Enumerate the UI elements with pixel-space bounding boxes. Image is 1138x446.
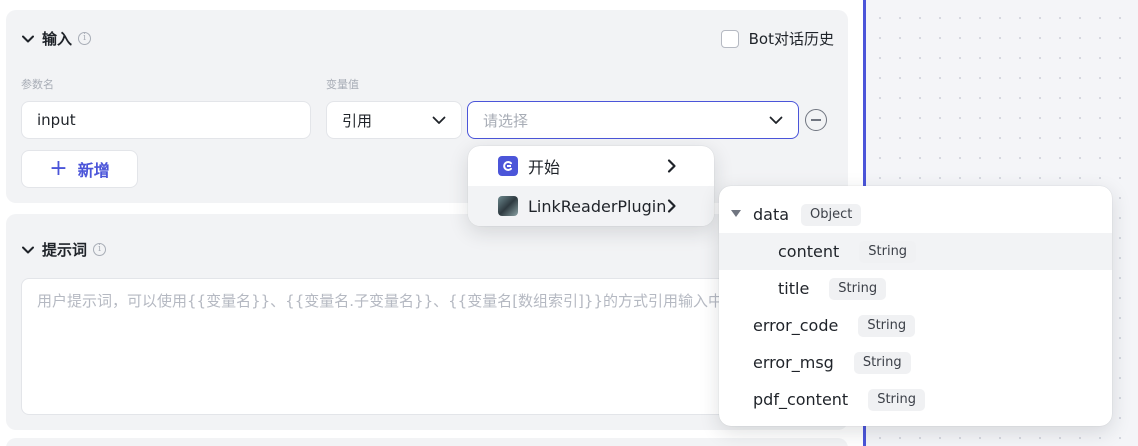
- chevron-right-icon: [664, 158, 680, 174]
- menu-item-label: 开始: [528, 158, 561, 177]
- workflow-editor: 输入 i Bot对话历史 参数名 变量值 input 引用 请选择 + 新增 提…: [0, 0, 1138, 446]
- tree-item-name: error_code: [753, 316, 839, 335]
- variable-select-placeholder: 请选择: [483, 111, 529, 130]
- type-tag: Object: [801, 203, 862, 226]
- node-select-menu: 开始 LinkReaderPlugin: [468, 146, 714, 226]
- chevron-down-icon: [769, 111, 783, 129]
- add-param-button[interactable]: + 新增: [21, 150, 138, 188]
- tree-item-name: content: [778, 242, 840, 261]
- tree-item-title[interactable]: title String: [719, 270, 1112, 307]
- input-section-title: 输入: [42, 30, 73, 48]
- tree-item-name: data: [753, 205, 790, 224]
- next-panel: [6, 438, 848, 446]
- input-section-header[interactable]: 输入 i: [20, 28, 92, 49]
- input-panel: 输入 i Bot对话历史 参数名 变量值 input 引用 请选择 + 新增: [6, 10, 848, 203]
- tree-item-name: error_msg: [753, 353, 834, 372]
- tree-item-content[interactable]: content String: [719, 233, 1112, 270]
- param-name-field[interactable]: input: [21, 101, 311, 139]
- variable-select[interactable]: 请选择: [467, 101, 799, 139]
- ref-type-select[interactable]: 引用: [326, 101, 462, 139]
- prompt-section-header[interactable]: 提示词 i: [20, 239, 107, 260]
- chevron-down-icon[interactable]: [20, 31, 36, 47]
- tree-item-name: pdf_content: [753, 390, 849, 409]
- type-tag: String: [829, 277, 887, 300]
- tree-item-name: title: [778, 279, 810, 298]
- output-variable-menu: data Object content String title String …: [719, 186, 1112, 426]
- prompt-textarea[interactable]: 用户提示词，可以使用{{变量名}}、{{变量名.子变量名}}、{{变量名[数组索…: [21, 278, 833, 415]
- menu-item-label: LinkReaderPlugin: [528, 196, 667, 216]
- prompt-placeholder: 用户提示词，可以使用{{变量名}}、{{变量名.子变量名}}、{{变量名[数组索…: [37, 292, 768, 310]
- tree-item-data[interactable]: data Object: [719, 196, 1112, 233]
- info-icon[interactable]: i: [78, 32, 92, 45]
- chevron-right-icon: [664, 198, 680, 214]
- param-name-value: input: [37, 111, 76, 129]
- prompt-section-title: 提示词: [42, 241, 88, 259]
- type-tag: String: [858, 314, 916, 337]
- type-tag: String: [853, 351, 911, 374]
- menu-item-linkreaderplugin[interactable]: LinkReaderPlugin: [468, 186, 714, 226]
- info-icon[interactable]: i: [93, 243, 107, 256]
- caret-down-icon[interactable]: [731, 210, 741, 217]
- bot-history-label: Bot对话历史: [748, 30, 834, 48]
- tree-item-error-code[interactable]: error_code String: [719, 307, 1112, 344]
- type-tag: String: [868, 388, 925, 411]
- ref-type-value: 引用: [342, 111, 373, 130]
- plugin-thumbnail-icon: [498, 196, 518, 216]
- tree-item-pdf-content[interactable]: pdf_content String: [719, 381, 1112, 418]
- chevron-down-icon: [432, 111, 446, 129]
- param-name-label: 参数名: [21, 78, 54, 91]
- type-tag: String: [859, 240, 917, 263]
- bot-history-toggle[interactable]: Bot对话历史: [720, 28, 834, 49]
- var-value-label: 变量值: [326, 78, 359, 91]
- tree-item-error-msg[interactable]: error_msg String: [719, 344, 1112, 381]
- remove-param-button[interactable]: [805, 109, 827, 131]
- bot-history-checkbox[interactable]: [720, 29, 739, 48]
- add-param-label: 新增: [77, 161, 110, 180]
- start-node-icon: [498, 156, 518, 176]
- menu-item-start[interactable]: 开始: [468, 146, 714, 186]
- plus-icon: +: [49, 156, 68, 181]
- chevron-down-icon[interactable]: [20, 242, 36, 258]
